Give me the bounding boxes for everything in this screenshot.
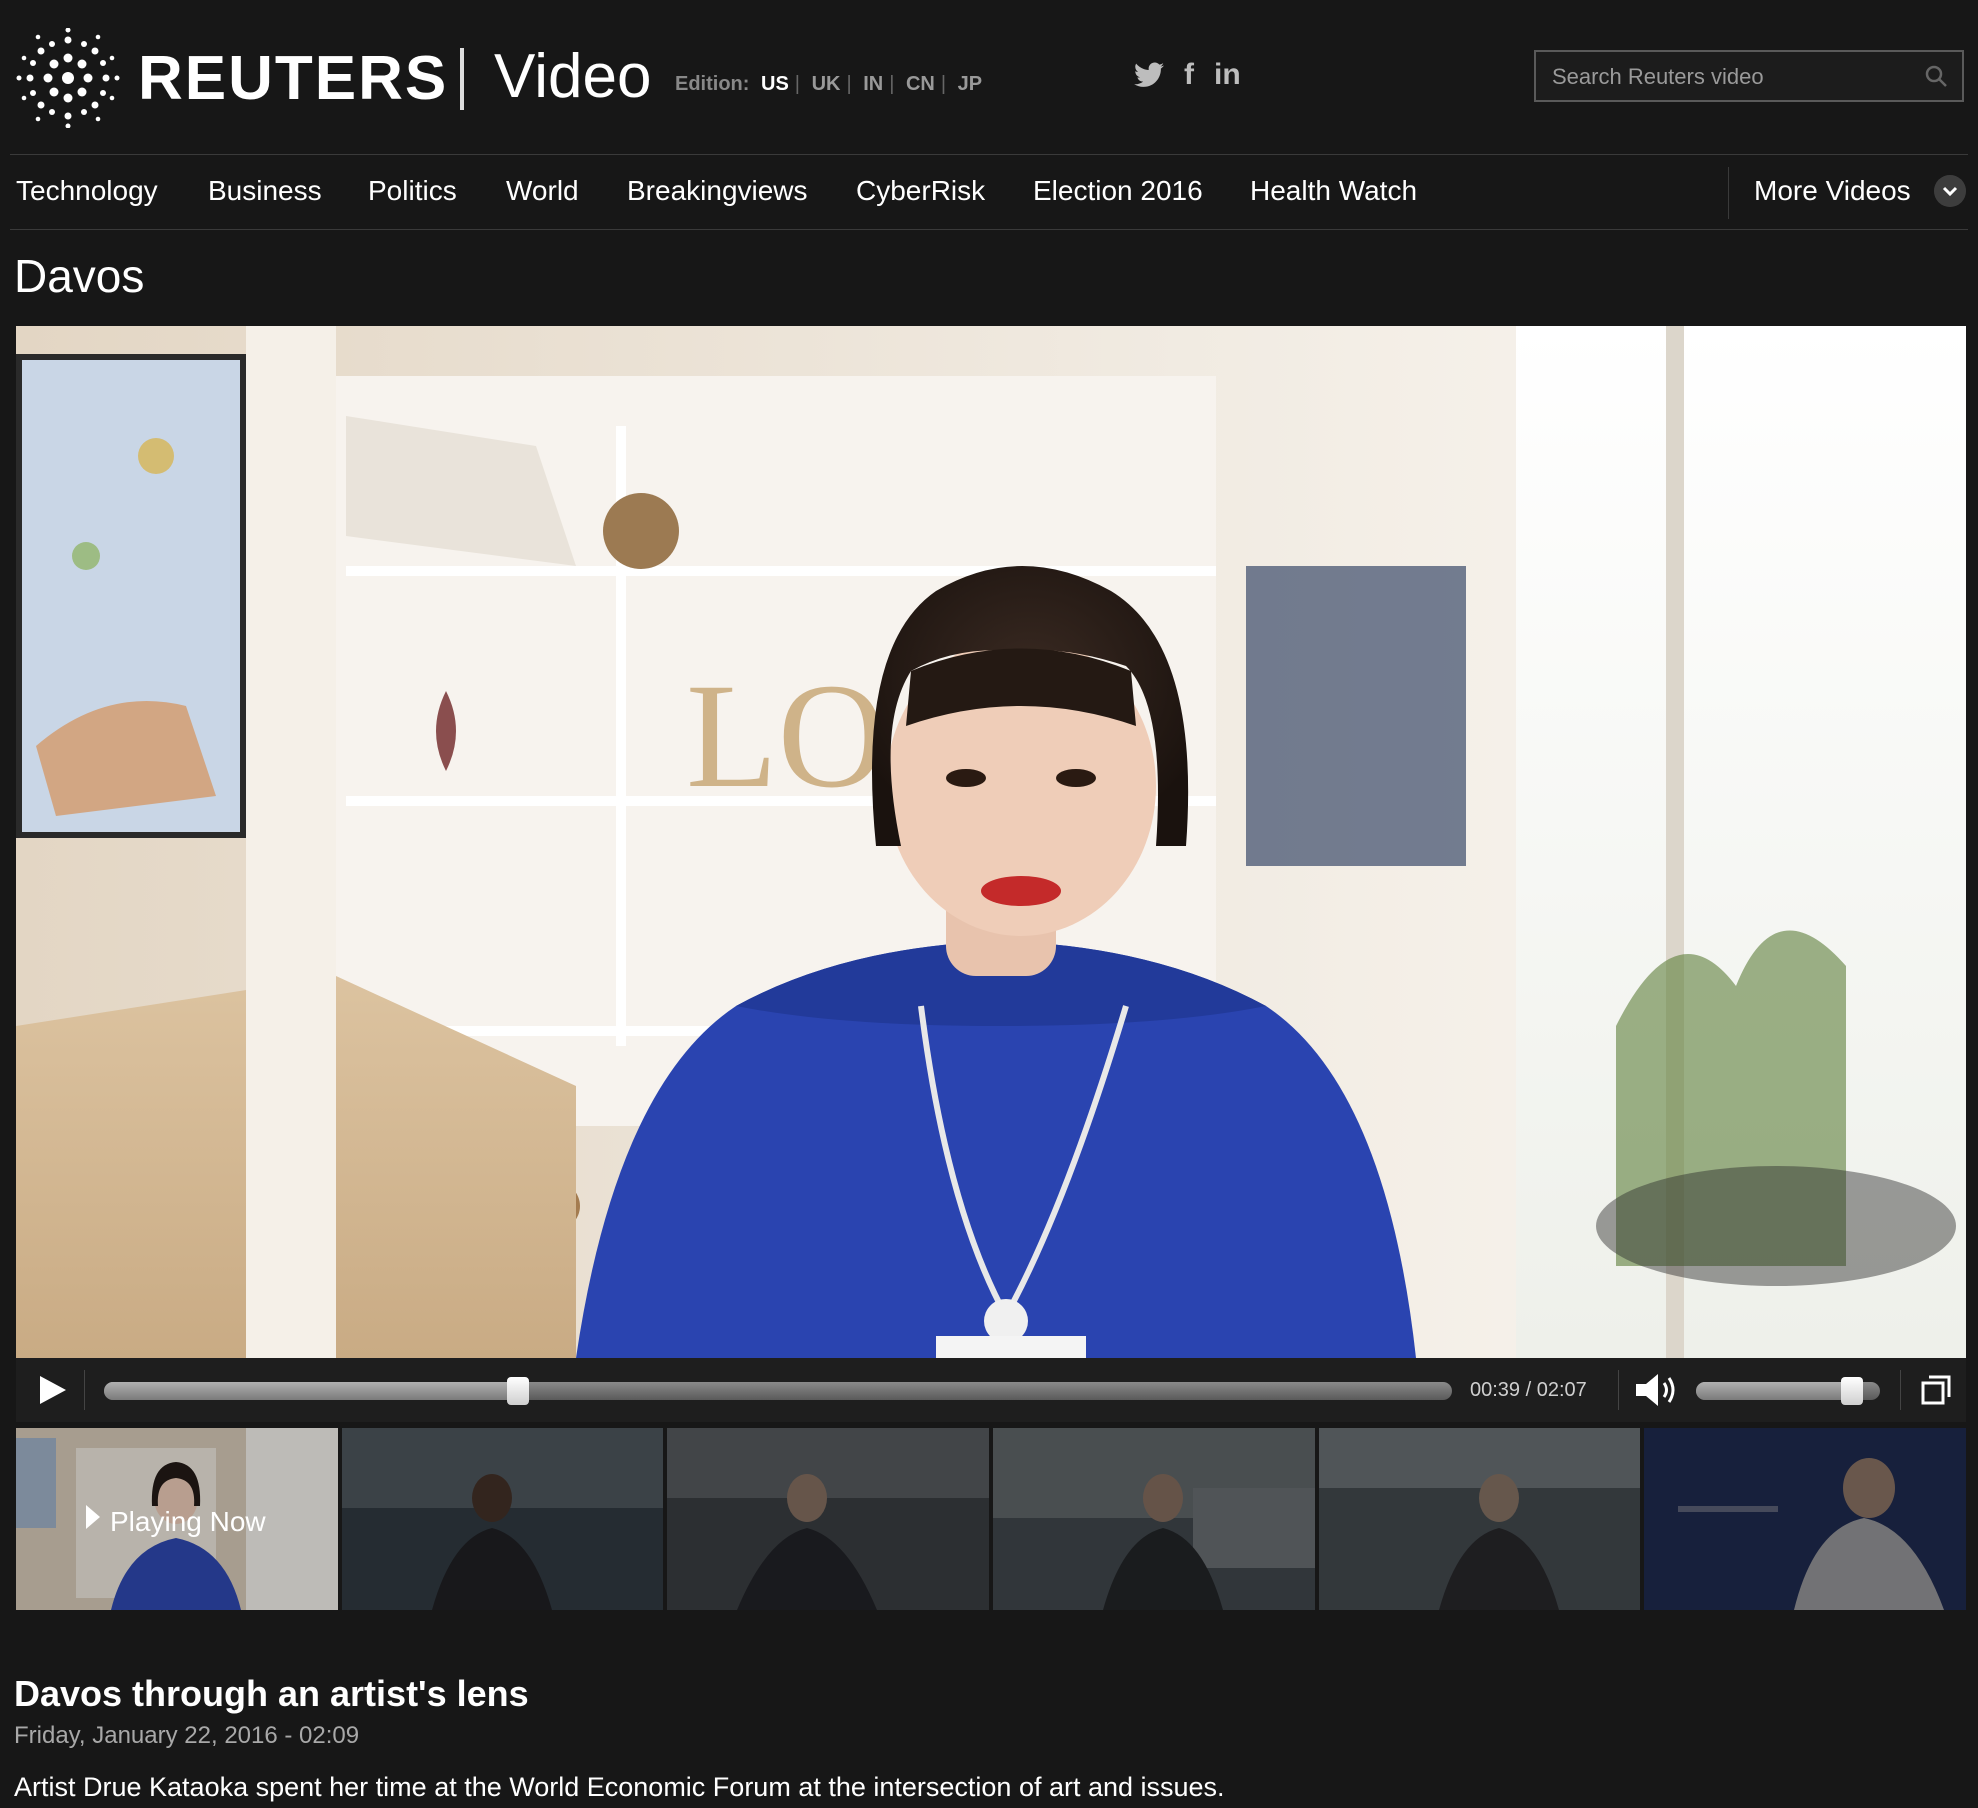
thumbnail-video[interactable] xyxy=(341,1428,664,1610)
edition-in[interactable]: IN xyxy=(857,73,889,95)
thumbnail-video[interactable] xyxy=(1644,1428,1967,1610)
logo-divider xyxy=(460,48,464,110)
nav-health-watch[interactable]: Health Watch xyxy=(1250,173,1417,209)
controls-divider xyxy=(1900,1370,1901,1410)
fullscreen-icon[interactable] xyxy=(1920,1374,1952,1406)
nav-politics[interactable]: Politics xyxy=(368,173,457,209)
progress-handle[interactable] xyxy=(506,1377,529,1405)
story-description: Artist Drue Kataoka spent her time at th… xyxy=(14,1772,1225,1802)
volume-icon[interactable] xyxy=(1634,1372,1680,1408)
video-frame[interactable]: LO xyxy=(16,326,1966,1358)
thumbnail-video[interactable] xyxy=(667,1428,990,1610)
site-header: REUTERS Video Edition: US | UK | IN | CN | J… xyxy=(0,0,1978,150)
nav-technology[interactable]: Technology xyxy=(16,173,158,209)
social-links: f in xyxy=(1134,58,1241,92)
controls-divider xyxy=(84,1370,85,1410)
volume-slider[interactable] xyxy=(1696,1377,1880,1405)
time-display: 00:39 / 02:07 xyxy=(1470,1379,1587,1401)
edition-selector: Edition: US | UK | IN | CN | JP xyxy=(675,70,988,98)
search-box xyxy=(1534,50,1964,102)
edition-us[interactable]: US xyxy=(755,73,795,95)
play-icon[interactable] xyxy=(34,1372,70,1408)
reuters-logo-icon[interactable] xyxy=(14,28,122,128)
nav-divider xyxy=(1728,167,1729,219)
volume-fill xyxy=(1696,1382,1853,1400)
page-title: Davos xyxy=(14,250,145,302)
main-nav: Technology Business Politics World Break… xyxy=(10,154,1968,230)
playing-now-label: Playing Now xyxy=(86,1504,266,1540)
logo-wordmark[interactable]: REUTERS xyxy=(138,44,448,114)
svg-text:LO: LO xyxy=(686,653,886,819)
playlist-thumbnails: Playing Now xyxy=(16,1428,1967,1610)
nav-world[interactable]: World xyxy=(506,173,579,209)
controls-divider xyxy=(1618,1370,1619,1410)
edition-uk[interactable]: UK xyxy=(806,73,847,95)
nav-breakingviews[interactable]: Breakingviews xyxy=(627,173,808,209)
search-icon[interactable] xyxy=(1924,64,1948,88)
linkedin-icon[interactable]: in xyxy=(1214,58,1241,92)
chevron-down-icon[interactable] xyxy=(1934,175,1966,207)
volume-handle[interactable] xyxy=(1841,1377,1864,1405)
edition-label: Edition: xyxy=(675,73,750,95)
thumbnail-video[interactable] xyxy=(993,1428,1315,1610)
edition-jp[interactable]: JP xyxy=(952,73,988,95)
progress-fill xyxy=(104,1382,518,1400)
story-title: Davos through an artist's lens xyxy=(14,1673,529,1714)
section-name[interactable]: Video xyxy=(494,42,651,112)
facebook-icon[interactable]: f xyxy=(1184,58,1194,92)
play-triangle-icon xyxy=(86,1505,100,1529)
video-player: LO 00:39 / 02:07 xyxy=(16,326,1966,1422)
progress-bar[interactable] xyxy=(104,1377,1452,1405)
thumbnail-playing[interactable]: Playing Now xyxy=(16,1428,338,1610)
more-videos-button[interactable]: More Videos xyxy=(1754,173,1911,209)
thumbnail-video[interactable] xyxy=(1318,1428,1641,1610)
video-still: LO xyxy=(16,326,1966,1358)
edition-cn[interactable]: CN xyxy=(900,73,941,95)
story-date: Friday, January 22, 2016 - 02:09 xyxy=(14,1722,360,1749)
player-controls: 00:39 / 02:07 xyxy=(16,1358,1966,1422)
nav-cyberrisk[interactable]: CyberRisk xyxy=(856,173,985,209)
nav-election-2016[interactable]: Election 2016 xyxy=(1033,173,1203,209)
search-input[interactable] xyxy=(1550,52,1914,102)
twitter-icon[interactable] xyxy=(1134,62,1164,88)
nav-business[interactable]: Business xyxy=(208,173,322,209)
